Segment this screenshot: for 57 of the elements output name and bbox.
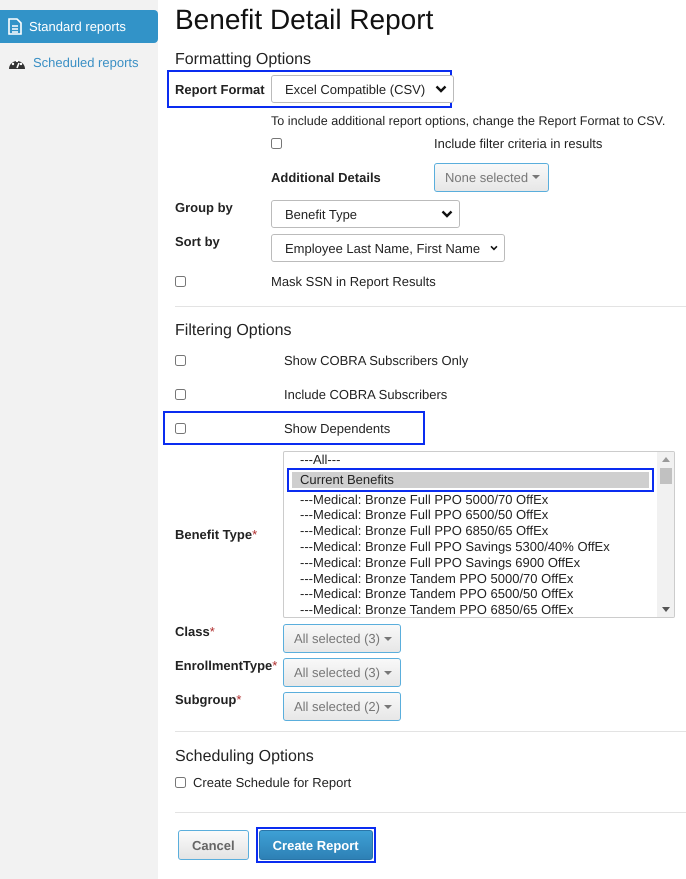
help-text: To include additional report options, change the Report Format to CSV. (271, 114, 666, 128)
checkbox[interactable] (175, 388, 186, 400)
group-by-select[interactable]: Benefit Type (271, 200, 460, 228)
list-option[interactable]: ---Medical: Bronze Tandem PPO 6850/65 OffEx (292, 602, 649, 617)
document-icon (8, 18, 22, 35)
chevron-down-icon (490, 244, 498, 252)
caret-icon (384, 704, 392, 708)
field-label: Sort by (175, 234, 220, 249)
list-option[interactable]: Current Benefits (292, 472, 649, 488)
scroll-down-icon (662, 607, 670, 612)
checkbox[interactable] (271, 138, 282, 148)
checkbox-label: Mask SSN in Report Results (271, 274, 436, 288)
chevron-down-icon (435, 85, 448, 93)
field-label: Subgroup* (175, 692, 242, 707)
field-label: Additional Details (271, 170, 381, 184)
section-heading: Scheduling Options (175, 747, 315, 767)
sort-by-select[interactable]: Employee Last Name, First Name (271, 234, 505, 262)
section-heading: Formatting Options (175, 50, 312, 70)
list-option[interactable]: ---Medical: Bronze Tandem PPO 5000/70 OffEx (292, 570, 649, 586)
list-option[interactable]: ---Medical: Bronze Full PPO 6850/65 OffEx (292, 523, 649, 539)
scrollbar-thumb[interactable] (660, 468, 672, 484)
multiselect-dropdown[interactable]: All selected (3) (283, 624, 401, 653)
list-option[interactable]: ---Medical: Bronze Full PPO 5000/70 OffEx (292, 492, 649, 508)
scroll-up-icon (662, 457, 670, 462)
scrollbar[interactable] (657, 452, 674, 617)
checkbox-label: Include COBRA Subscribers (284, 386, 448, 402)
list-option[interactable]: ---All--- (292, 452, 649, 468)
field-label: Class* (175, 624, 215, 639)
list-option[interactable]: ---Medical: Bronze Tandem PPO 6500/50 OffEx (292, 586, 649, 602)
checkbox-label: Include filter criteria in results (434, 136, 602, 150)
chevron-down-icon (441, 210, 453, 218)
list-option[interactable]: ---Medical: Bronze Full PPO Savings 5300/40% OffEx (292, 538, 649, 555)
checkbox[interactable] (175, 776, 186, 788)
page-title: Benefit Detail Report (175, 3, 434, 37)
field-label: Benefit Type* (175, 527, 258, 542)
field-label: EnrollmentType* (175, 658, 278, 673)
benefit-type-listbox[interactable] (283, 451, 675, 618)
caret-icon (384, 670, 392, 674)
section-heading: Filtering Options (175, 321, 292, 341)
list-option[interactable]: ---Medical: Bronze Full PPO 6500/50 OffEx (292, 507, 649, 524)
caret-icon (532, 175, 540, 179)
checkbox-label: Create Schedule for Report (193, 774, 352, 790)
submit-button[interactable]: Create Report (258, 830, 373, 860)
multiselect-dropdown[interactable]: None selected (434, 162, 550, 192)
checkbox[interactable] (175, 422, 186, 434)
field-label: Report Format (175, 82, 265, 96)
checkbox-label: Show Dependents (284, 420, 390, 436)
checkbox-label: Show COBRA Subscribers Only (284, 352, 468, 368)
caret-icon (384, 636, 392, 640)
report-format-select[interactable]: Excel Compatible (CSV) (271, 75, 454, 103)
field-label: Group by (175, 200, 233, 215)
cancel-button[interactable]: Cancel (178, 830, 249, 860)
list-option[interactable]: ---Medical: Bronze Full PPO Savings 6900 OffEx (292, 554, 649, 571)
multiselect-dropdown[interactable]: All selected (3) (283, 658, 401, 687)
checkbox[interactable] (175, 354, 186, 366)
multiselect-dropdown[interactable]: All selected (2) (283, 692, 401, 721)
checkbox[interactable] (175, 276, 186, 286)
